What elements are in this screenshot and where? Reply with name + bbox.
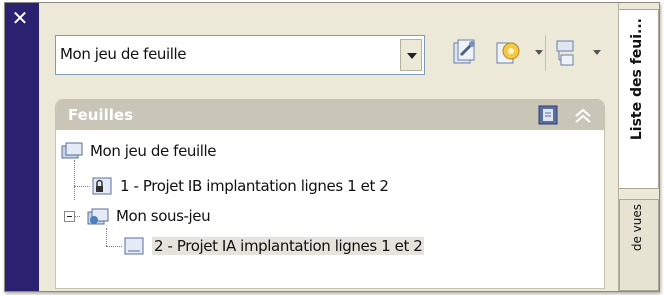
sheet-locked-icon [92, 177, 112, 195]
collapse-subset-toggle[interactable] [64, 211, 75, 222]
collapse-chevron-icon[interactable] [572, 106, 594, 126]
close-icon[interactable]: ✕ [9, 7, 31, 29]
sheets-panel-title: Feuilles [68, 106, 134, 124]
tree-item-sheet-set-root[interactable]: Mon jeu de feuille [60, 138, 460, 164]
tree-guide-line [106, 228, 107, 246]
palette-title-bar[interactable]: ✕ [5, 3, 39, 291]
tree-item-label: 2 - Projet IA implantation lignes 1 et 2 [152, 237, 425, 255]
sheet-details-icon[interactable] [538, 105, 558, 125]
view-options-icon [556, 40, 574, 66]
tree-item-label: 1 - Projet IB implantation lignes 1 et 2 [120, 177, 389, 195]
sheet-set-tool-button[interactable] [445, 33, 485, 73]
subset-icon [87, 208, 109, 225]
tree-guide-line [74, 160, 75, 200]
tree-guide-line [74, 186, 90, 187]
tree-item-subset[interactable]: Mon sous-jeu [86, 203, 386, 229]
tab-label: Liste des feui... [629, 18, 645, 141]
tree-item-label: Mon sous-jeu [116, 207, 211, 225]
tree-guide-line [106, 246, 122, 247]
chevron-down-icon [407, 53, 417, 59]
tab-view-list[interactable]: de vues [619, 199, 659, 291]
view-options-dropdown-chevron-icon[interactable] [593, 50, 601, 55]
tree-item-label: Mon jeu de feuille [90, 142, 217, 160]
tree-item-sheet-1[interactable]: 1 - Projet IB implantation lignes 1 et 2 [90, 173, 510, 199]
dropdown-arrow-button[interactable] [400, 39, 422, 71]
toolbar-separator [545, 35, 546, 71]
sheets-panel: Feuilles Mon jeu de feuille 1 - Projet I… [55, 99, 605, 289]
sheet-set-dropdown[interactable]: Mon jeu de feuille [55, 35, 425, 75]
sheet-set-icon [61, 142, 83, 159]
publish-icon [496, 42, 520, 64]
tab-sheet-list[interactable]: Liste des feui... [619, 9, 659, 189]
sheet-set-tool-icon [453, 39, 475, 64]
publish-button[interactable] [489, 33, 545, 73]
tree-item-sheet-2[interactable]: 2 - Projet IA implantation lignes 1 et 2 [122, 233, 542, 259]
sheet-icon [124, 237, 144, 255]
sheets-panel-header[interactable]: Feuilles [56, 100, 604, 130]
view-options-button[interactable] [547, 33, 605, 73]
sheet-set-manager-palette: ✕ Mon jeu de feuille Feuilles Mon jeu de… [4, 2, 660, 292]
sheet-set-dropdown-value: Mon jeu de feuille [60, 45, 187, 63]
publish-dropdown-chevron-icon[interactable] [535, 50, 543, 55]
palette-side-tabs: Liste des feui... de vues [618, 3, 659, 291]
tab-label: de vues [630, 204, 644, 252]
